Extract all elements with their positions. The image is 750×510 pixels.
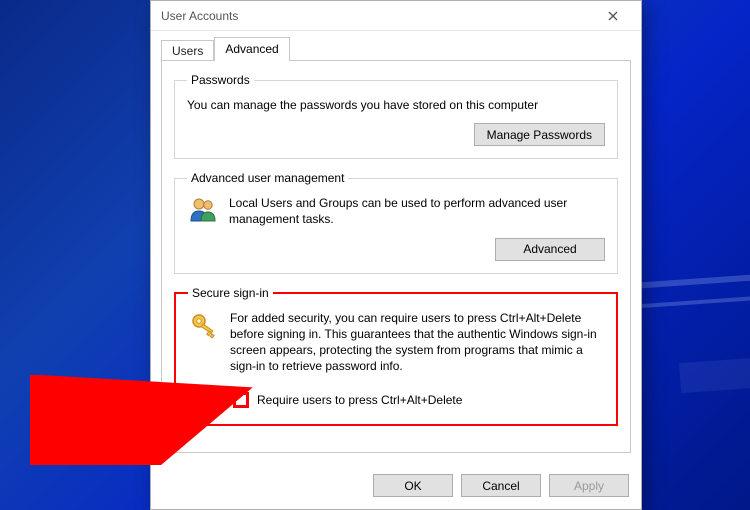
passwords-legend: Passwords (187, 73, 254, 87)
window-title: User Accounts (161, 9, 593, 23)
apply-button[interactable]: Apply (549, 474, 629, 497)
bg-streak (630, 295, 750, 309)
user-accounts-dialog: User Accounts Users Advanced Passwords Y… (150, 0, 642, 510)
advanced-mgmt-legend: Advanced user management (187, 171, 348, 185)
close-icon (608, 11, 618, 21)
advanced-mgmt-group: Advanced user management Local Users and… (174, 171, 618, 273)
secure-signin-group: Secure sign-in For added security, you c… (174, 286, 618, 427)
tab-advanced[interactable]: Advanced (214, 37, 289, 61)
advanced-button[interactable]: Advanced (495, 238, 605, 261)
tab-panel-advanced: Passwords You can manage the passwords y… (161, 60, 631, 453)
require-ctrl-alt-delete-label: Require users to press Ctrl+Alt+Delete (257, 393, 462, 407)
titlebar: User Accounts (151, 1, 641, 31)
close-button[interactable] (593, 5, 633, 27)
secure-signin-legend: Secure sign-in (188, 286, 273, 300)
advanced-mgmt-desc: Local Users and Groups can be used to pe… (229, 195, 605, 227)
cancel-button[interactable]: Cancel (461, 474, 541, 497)
secure-signin-desc: For added security, you can require user… (230, 310, 604, 375)
passwords-desc: You can manage the passwords you have st… (187, 97, 605, 113)
users-icon (187, 195, 219, 223)
bg-streak (679, 357, 750, 393)
dialog-footer: OK Cancel Apply (151, 464, 641, 509)
passwords-group: Passwords You can manage the passwords y… (174, 73, 618, 159)
ok-button[interactable]: OK (373, 474, 453, 497)
require-ctrl-alt-delete-checkbox[interactable] (234, 393, 248, 407)
tab-users[interactable]: Users (161, 40, 214, 62)
manage-passwords-button[interactable]: Manage Passwords (474, 123, 605, 146)
key-icon (188, 310, 220, 340)
tab-strip: Users Advanced (151, 31, 641, 61)
